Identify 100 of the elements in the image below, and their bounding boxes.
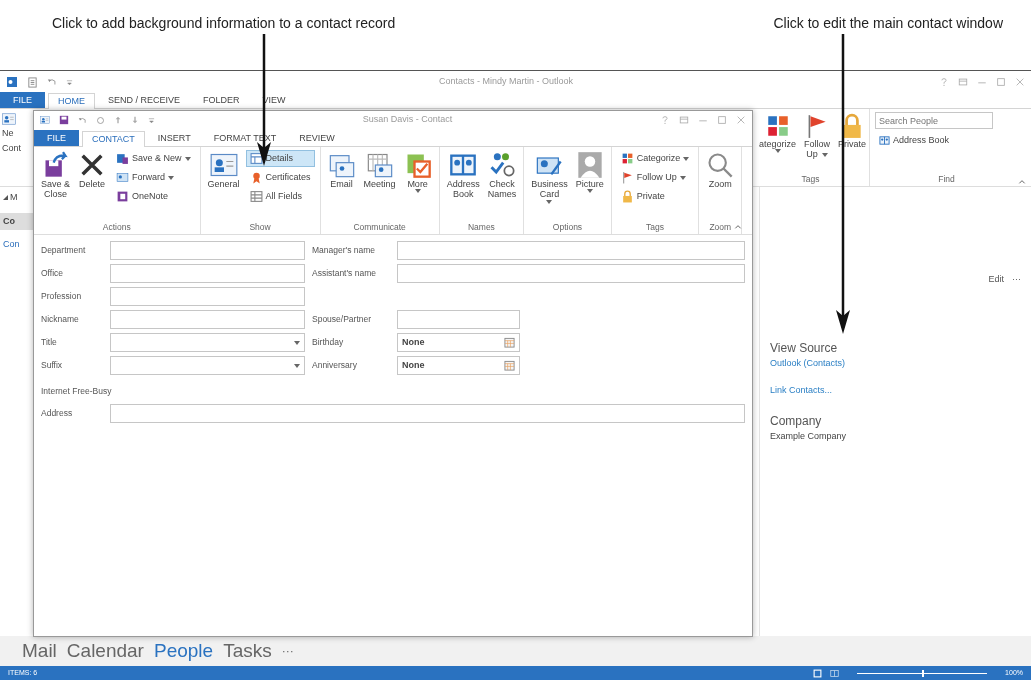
ribbon-button[interactable]: Certificates: [245, 169, 315, 186]
slider-thumb[interactable]: [922, 669, 925, 677]
link[interactable]: Outlook (Contacts): [770, 356, 846, 370]
ribbon-tab[interactable]: CONTACT: [82, 131, 145, 147]
ribbon-tab[interactable]: FOLDER: [193, 92, 250, 108]
file-tab[interactable]: FILE: [34, 130, 79, 146]
flag-icon: [620, 171, 634, 184]
text-field[interactable]: [397, 264, 745, 283]
ribbon-button[interactable]: Meeting: [361, 150, 398, 191]
ribbon-button[interactable]: Follow Up: [802, 112, 833, 161]
collapse-icon[interactable]: [1018, 178, 1026, 186]
ribbon-button[interactable]: Categorize: [616, 150, 694, 167]
ribbon-button[interactable]: Zoom: [704, 150, 737, 191]
ribbon-button[interactable]: All Fields: [245, 188, 315, 205]
ribbon-button[interactable]: Save & New: [112, 150, 195, 167]
notebook-icon: [116, 190, 130, 203]
text-field[interactable]: [397, 241, 745, 260]
link[interactable]: Link Contacts...: [770, 384, 833, 398]
button-label: Ne: [2, 127, 14, 140]
ribbon-display-icon[interactable]: [958, 77, 968, 87]
folder-group-label: M: [10, 191, 18, 204]
text-field[interactable]: [110, 403, 745, 423]
ribbon-tab[interactable]: SEND / RECEIVE: [98, 92, 191, 108]
collapse-icon[interactable]: [734, 223, 742, 231]
ribbon-tab[interactable]: INSERT: [147, 130, 201, 146]
ribbon-button[interactable]: General: [205, 150, 242, 191]
expand-icon[interactable]: [3, 195, 8, 201]
customize-icon[interactable]: [66, 78, 73, 86]
ribbon-tab[interactable]: REVIEW: [289, 130, 345, 146]
ribbon-button[interactable]: Address Book: [444, 150, 482, 201]
nav-link[interactable]: Calendar: [66, 636, 144, 666]
search-field[interactable]: Search People: [875, 112, 993, 129]
normal-view-icon[interactable]: [813, 668, 823, 678]
ribbon-button[interactable]: Save & Close: [39, 150, 73, 201]
reading-view-icon[interactable]: [830, 668, 840, 678]
calendar-icon[interactable]: [504, 360, 515, 371]
document-icon[interactable]: [27, 76, 38, 88]
text-field[interactable]: [110, 310, 305, 329]
ribbon-tab[interactable]: HOME: [48, 93, 95, 109]
dropdown-field[interactable]: [110, 356, 305, 375]
ribbon-button[interactable]: Business Card: [529, 150, 570, 205]
date-field[interactable]: None: [397, 333, 520, 352]
up-arrow-icon[interactable]: [114, 116, 122, 124]
address-book-button[interactable]: Address Book: [875, 133, 1026, 148]
down-arrow-icon[interactable]: [131, 116, 139, 124]
help-icon[interactable]: [939, 77, 949, 87]
section-heading: Company: [770, 412, 822, 430]
ribbon-display-icon[interactable]: [679, 115, 689, 125]
ribbon-button[interactable]: Forward: [112, 169, 195, 186]
edit-link[interactable]: Edit: [988, 273, 1004, 287]
date-field[interactable]: None: [397, 356, 520, 375]
more-button[interactable]: ···: [281, 642, 294, 660]
button-label: Cont: [2, 141, 21, 155]
maximize-icon[interactable]: [717, 115, 727, 125]
ribbon-button[interactable]: ategorize: [757, 112, 799, 155]
ribbon-button[interactable]: OneNote: [112, 188, 195, 205]
section-label: Internet Free-Busy: [41, 385, 113, 398]
undo-icon[interactable]: [47, 77, 57, 87]
help-icon[interactable]: [660, 115, 670, 125]
save-icon[interactable]: [59, 115, 69, 125]
link[interactable]: Con: [0, 238, 33, 252]
field-label: Suffix: [41, 359, 64, 372]
close-icon[interactable]: [736, 115, 746, 125]
field-label: Manager's name: [312, 244, 377, 257]
text-field[interactable]: [110, 287, 305, 306]
text-field[interactable]: [110, 264, 305, 283]
nav-link[interactable]: Mail: [22, 636, 57, 666]
group-label: Tags: [645, 221, 665, 234]
nav-link[interactable]: Tasks: [223, 636, 272, 666]
field-label: Nickname: [41, 313, 80, 326]
address-book-icon: [879, 135, 890, 146]
more-button[interactable]: ···: [1012, 273, 1021, 287]
field-label: Address: [41, 406, 74, 420]
field-label: Assistant's name: [312, 267, 377, 280]
ribbon-button[interactable]: Email: [325, 150, 358, 191]
maximize-icon[interactable]: [996, 77, 1006, 87]
folder-item[interactable]: Co: [0, 212, 33, 230]
file-tab[interactable]: FILE: [0, 92, 45, 108]
group-label: Show: [248, 221, 272, 234]
group-label: Communicate: [352, 221, 407, 234]
field-label: Birthday: [312, 336, 345, 349]
ribbon-button[interactable]: Delete: [76, 150, 109, 191]
ribbon-button[interactable]: Private: [616, 188, 694, 205]
caret-icon: [294, 363, 300, 368]
customize-icon[interactable]: [148, 116, 155, 124]
text-field[interactable]: [110, 241, 305, 260]
ribbon-button[interactable]: Check Names: [485, 150, 519, 201]
ribbon-button[interactable]: Follow Up: [616, 169, 694, 186]
ribbon-button[interactable]: Details: [245, 150, 315, 167]
field-label: Spouse/Partner: [312, 313, 373, 326]
ribbon-button[interactable]: Picture: [573, 150, 606, 195]
ribbon-button[interactable]: More: [401, 150, 434, 195]
text-field[interactable]: [397, 310, 520, 329]
undo-icon[interactable]: [78, 115, 87, 125]
dropdown-field[interactable]: [110, 333, 305, 352]
nav-link[interactable]: People: [153, 636, 214, 666]
calendar-icon[interactable]: [504, 337, 515, 348]
field-label: Department: [41, 244, 87, 257]
person-silhouette-icon: [575, 151, 604, 179]
close-icon[interactable]: [1015, 77, 1025, 87]
